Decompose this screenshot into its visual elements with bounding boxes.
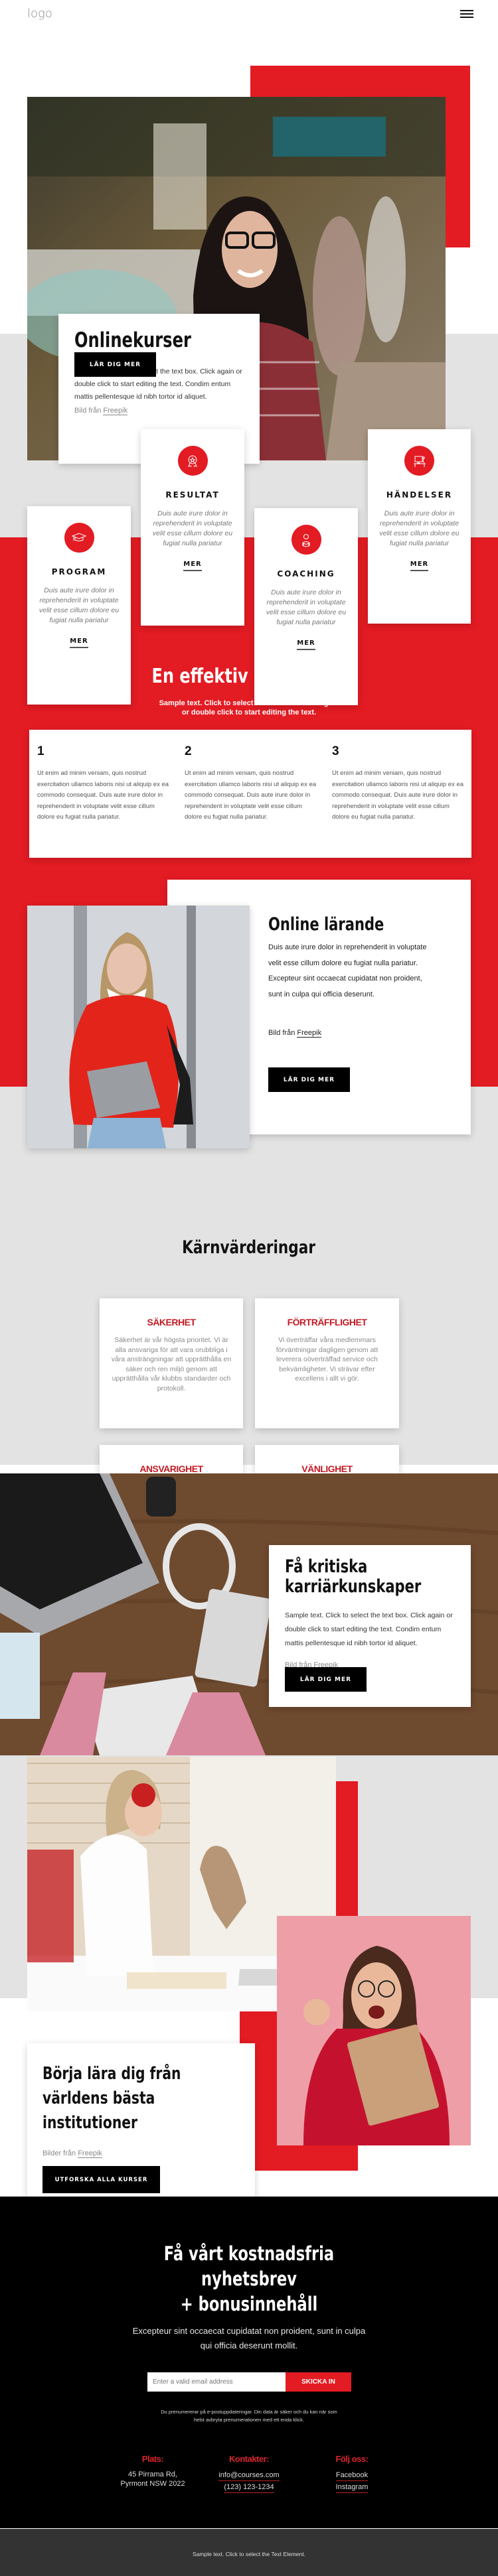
phone-link[interactable]: (123) 123-1234	[224, 2482, 274, 2493]
newsletter-disclaimer: Du prenumererar på e-postuppdateringar. …	[161, 2409, 337, 2423]
newsletter-title-line: Få vårt kostnadsfria	[163, 2242, 335, 2265]
freepik-link[interactable]: Freepik	[297, 1029, 322, 1038]
step-number: 1	[37, 744, 44, 758]
follow-heading: Följ oss:	[335, 2454, 369, 2464]
values-title: Kärnvärderingar	[182, 1237, 316, 1258]
newsletter-title-line: nyhetsbrev	[201, 2268, 297, 2290]
newsletter-title-line: + bonusinnehåll	[180, 2293, 318, 2315]
hero-credit: Bild från Freepik	[74, 407, 128, 415]
online-photo	[27, 906, 250, 1148]
email-link[interactable]: info@courses.com	[218, 2471, 280, 2481]
feature-title: PROGRAM	[51, 567, 107, 576]
submit-button[interactable]: SKICKA IN	[286, 2372, 351, 2392]
online-learn-more-button[interactable]: LÄR DIG MER	[268, 1067, 350, 1092]
address-line: 45 Pirrama Rd,	[128, 2471, 177, 2478]
hero-learn-more-button[interactable]: LÄR DIG MER	[74, 352, 156, 377]
feature-card-handelser: HÄNDELSER Duis aute irure dolor in repre…	[368, 429, 471, 624]
online-text: Duis aute irure dolor in reprehenderit i…	[268, 943, 427, 998]
effective-title-wrap: En effektiv utbildning	[0, 665, 498, 688]
explore-courses-button[interactable]: UTFORSKA ALLA KURSER	[42, 2166, 160, 2193]
step-text: Ut enim ad minim veniam, quis nostrud ex…	[185, 770, 317, 821]
steps-panel: 1 Ut enim ad minim veniam, quis nostrud …	[29, 730, 471, 858]
value-text: Säkerhet är vår högsta prioritet. Vi är …	[111, 1336, 232, 1392]
career-learn-more-button[interactable]: LÄR DIG MER	[285, 1667, 367, 1692]
newsletter-text: Excepteur sint occaecat cupidatat non pr…	[132, 2326, 366, 2350]
facebook-link[interactable]: Facebook	[335, 2471, 369, 2481]
feature-text: Duis aute irure dolor in reprehenderit i…	[379, 509, 459, 547]
credit-prefix: Bild från	[74, 407, 102, 415]
career-text: Sample text. Click to select the text bo…	[285, 1611, 453, 1647]
feature-more-link[interactable]: MER	[297, 640, 315, 650]
feature-more-link[interactable]: MER	[70, 638, 88, 648]
feature-title: HÄNDELSER	[386, 490, 453, 500]
feature-text: Duis aute irure dolor in reprehenderit i…	[152, 509, 233, 547]
step-number: 2	[185, 744, 192, 758]
student-reading-icon	[291, 525, 321, 555]
hero-title: Onlinekurser	[74, 328, 191, 352]
feature-text: Duis aute irure dolor in reprehenderit i…	[266, 588, 347, 626]
value-card-sakerhet: SÄKERHET Säkerhet är vår högsta priorite…	[100, 1298, 243, 1428]
freepik-link[interactable]: Freepik	[78, 2149, 102, 2158]
location-column: Plats: 45 Pirrama Rd, Pyrmont NSW 2022	[113, 2454, 193, 2488]
step-text: Ut enim ad minim veniam, quis nostrud ex…	[332, 770, 464, 821]
start-credit: Bilder från Freepik	[42, 2149, 102, 2158]
step-1: 1 Ut enim ad minim veniam, quis nostrud …	[37, 744, 170, 823]
value-title: SÄKERHET	[147, 1317, 196, 1327]
instagram-link[interactable]: Instagram	[335, 2482, 369, 2493]
logo[interactable]: logo	[27, 7, 52, 21]
values-title-wrap: Kärnvärderingar	[0, 1237, 498, 1258]
graduation-cap-icon	[64, 523, 94, 553]
value-card-fortrafflighet: FÖRTRÄFFLIGHET Vi överträffar våra medle…	[255, 1298, 399, 1428]
feature-card-resultat: RESULTAT Duis aute irure dolor in repreh…	[141, 429, 244, 626]
contacts-heading: Kontakter:	[228, 2454, 270, 2464]
start-photo-cheering	[277, 1916, 471, 2145]
step-text: Ut enim ad minim veniam, quis nostrud ex…	[37, 770, 169, 821]
start-title: Börja lära dig från världens bästa insti…	[42, 2064, 181, 2133]
feature-more-link[interactable]: MER	[183, 561, 202, 571]
feature-more-link[interactable]: MER	[410, 561, 429, 571]
value-text: Vi överträffar våra medlemmars förväntni…	[276, 1336, 378, 1383]
footer-text: Sample text. Click to select the Text El…	[193, 2551, 305, 2557]
desk-computer-icon	[404, 446, 434, 476]
freepik-link[interactable]: Freepik	[103, 407, 128, 415]
value-title: ANSVARIGHET	[139, 1463, 203, 1474]
follow-column: Följ oss: Facebook Instagram	[319, 2454, 385, 2493]
step-3: 3 Ut enim ad minim veniam, quis nostrud …	[332, 744, 465, 823]
award-badge-icon	[177, 446, 208, 476]
feature-text: Duis aute irure dolor in reprehenderit i…	[39, 586, 120, 624]
value-title: FÖRTRÄFFLIGHET	[287, 1317, 367, 1327]
value-title: VÄNLIGHET	[301, 1463, 353, 1474]
location-heading: Plats:	[141, 2454, 164, 2464]
feature-title: RESULTAT	[165, 490, 220, 500]
career-title: Få kritiska karriärkunskaper	[285, 1556, 422, 1597]
credit-prefix: Bild från	[268, 1029, 295, 1037]
contacts-column: Kontakter: info@courses.com (123) 123-12…	[206, 2454, 292, 2493]
address-line: Pyrmont NSW 2022	[120, 2480, 185, 2488]
online-credit: Bild från Freepik	[268, 1029, 322, 1038]
online-title: Online lärande	[268, 914, 384, 935]
feature-title: COACHING	[277, 569, 335, 578]
credit-prefix: Bilder från	[42, 2149, 76, 2157]
effective-subtitle: Sample text. Click to select the text bo…	[159, 699, 339, 716]
hamburger-menu-icon[interactable]	[460, 8, 473, 21]
footer: Sample text. Click to select the Text El…	[0, 2529, 498, 2576]
step-number: 3	[332, 744, 339, 758]
step-2: 2 Ut enim ad minim veniam, quis nostrud …	[185, 744, 317, 823]
email-input[interactable]	[147, 2372, 286, 2392]
effective-title: En effektiv utbildning	[151, 665, 347, 688]
newsletter-title: Få vårt kostnadsfria nyhetsbrev + bonusi…	[0, 2241, 498, 2317]
